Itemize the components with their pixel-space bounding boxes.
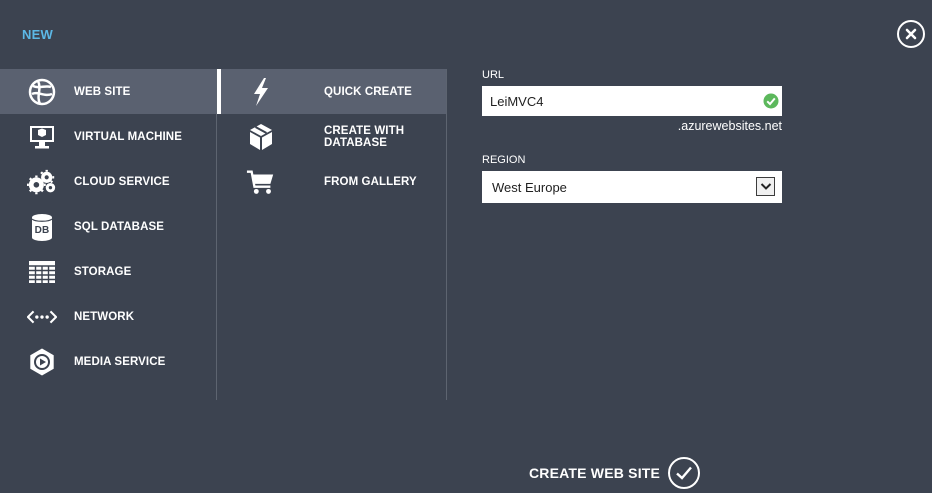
- monitor-icon: [27, 122, 57, 152]
- box-icon: [246, 122, 276, 152]
- option-quick-create[interactable]: QUICK CREATE: [217, 69, 446, 114]
- globe-icon: [27, 77, 57, 107]
- grid-icon: [27, 257, 57, 287]
- category-web-site[interactable]: WEB SITE: [0, 69, 216, 114]
- category-virtual-machine[interactable]: VIRTUAL MACHINE: [0, 114, 216, 159]
- option-list: QUICK CREATE CREATE WITH DATABASE FROM G…: [217, 69, 447, 400]
- category-label: NETWORK: [74, 310, 135, 323]
- category-label: VIRTUAL MACHINE: [74, 130, 182, 143]
- category-sql-database[interactable]: DB SQL DATABASE: [0, 204, 216, 249]
- cart-icon: [246, 167, 276, 197]
- close-icon: [905, 28, 917, 40]
- db-icon-label: DB: [35, 225, 50, 236]
- option-from-gallery[interactable]: FROM GALLERY: [217, 159, 446, 204]
- category-cloud-service[interactable]: CLOUD SERVICE: [0, 159, 216, 204]
- category-media-service[interactable]: MEDIA SERVICE: [0, 339, 216, 384]
- url-input[interactable]: LeiMVC4: [482, 86, 782, 116]
- lightning-icon: [246, 77, 276, 107]
- media-icon: [27, 347, 57, 377]
- category-network[interactable]: NETWORK: [0, 294, 216, 339]
- category-label: SQL DATABASE: [74, 220, 165, 233]
- create-form: URL LeiMVC4 .azurewebsites.net REGION We…: [482, 69, 782, 203]
- url-value: LeiMVC4: [490, 93, 544, 109]
- category-label: CLOUD SERVICE: [74, 175, 170, 188]
- database-icon: DB: [27, 212, 57, 242]
- url-label: URL: [482, 69, 505, 81]
- network-icon: [27, 302, 57, 332]
- create-web-site-button[interactable]: CREATE WEB SITE: [529, 457, 701, 489]
- checkmark-icon: [668, 457, 701, 489]
- dropdown-button[interactable]: [756, 177, 775, 196]
- category-label: WEB SITE: [74, 85, 131, 98]
- url-suffix: .azurewebsites.net: [677, 119, 782, 133]
- region-value: West Europe: [492, 179, 567, 195]
- create-label: CREATE WEB SITE: [529, 465, 661, 481]
- chevron-down-icon: [760, 183, 771, 190]
- gears-icon: [27, 167, 57, 197]
- option-label: QUICK CREATE: [324, 85, 412, 98]
- option-label: CREATE WITH DATABASE: [324, 124, 405, 149]
- category-storage[interactable]: STORAGE: [0, 249, 216, 294]
- valid-check-icon: [763, 93, 779, 109]
- page-title: NEW: [22, 27, 53, 42]
- category-label: MEDIA SERVICE: [74, 355, 166, 368]
- region-label: REGION: [482, 154, 526, 166]
- category-list: WEB SITE VIRTUAL MACHINE CLOUD SERVICE D…: [0, 69, 217, 400]
- region-select[interactable]: West Europe: [482, 171, 782, 203]
- option-label: FROM GALLERY: [324, 175, 417, 188]
- close-button[interactable]: [897, 20, 925, 48]
- category-label: STORAGE: [74, 265, 132, 278]
- option-create-with-database[interactable]: CREATE WITH DATABASE: [217, 114, 446, 159]
